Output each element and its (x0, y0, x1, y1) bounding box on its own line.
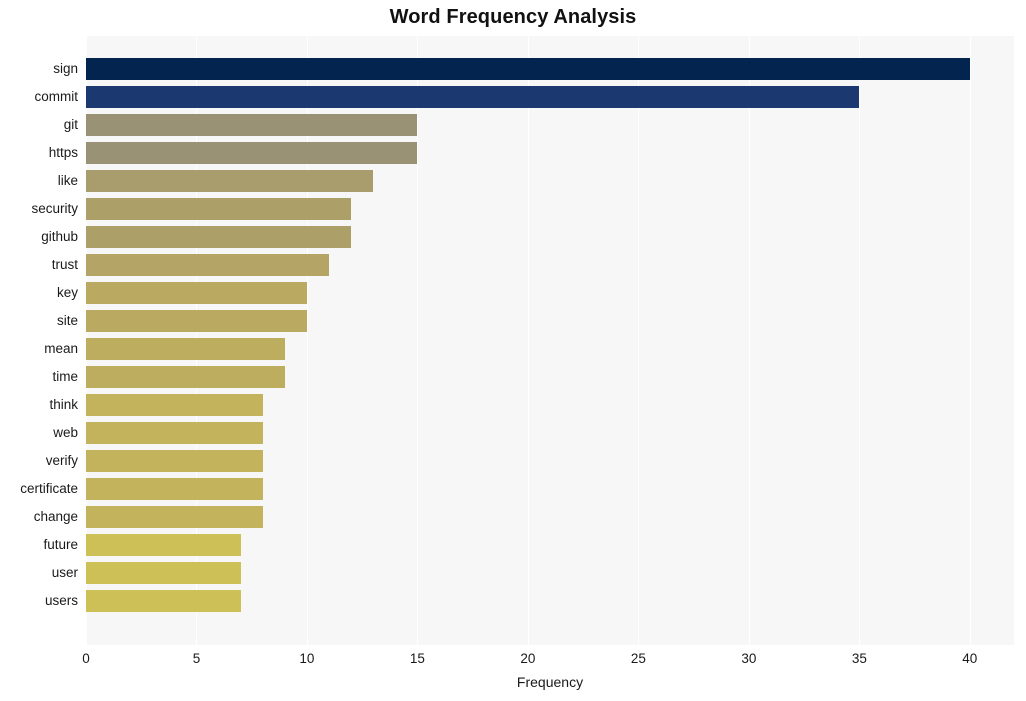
bar-row (86, 170, 1014, 192)
y-tick-label-change: change (33, 509, 78, 524)
y-tick-label-trust: trust (51, 257, 78, 272)
bar-row (86, 254, 1014, 276)
bar-git (86, 114, 418, 136)
word-frequency-bar-chart: Word Frequency Analysis sign commit git htt… (0, 0, 1026, 701)
x-tick-label-20: 20 (520, 651, 536, 666)
chart-title: Word Frequency Analysis (389, 6, 637, 28)
y-tick-label-mean: mean (44, 341, 78, 356)
y-tick-label-git: git (63, 117, 78, 132)
bar-key (86, 282, 307, 304)
bar-row (86, 198, 1014, 220)
bar-row (86, 562, 1014, 584)
bar-like (86, 170, 374, 192)
y-tick-label-web: web (53, 425, 78, 440)
bar-https (86, 142, 418, 164)
bar-security (86, 198, 352, 220)
x-tick-label-15: 15 (409, 651, 425, 666)
bar-row (86, 478, 1014, 500)
bar-row (86, 58, 1014, 80)
x-axis: 0 5 10 15 20 25 30 35 40 (82, 645, 1014, 673)
bar-verify (86, 450, 263, 472)
y-axis: sign commit git https like security github trus… (0, 36, 86, 645)
y-tick-label-github: github (41, 229, 78, 244)
bar-row (86, 450, 1014, 472)
bar-trust (86, 254, 330, 276)
bar-change (86, 506, 263, 528)
x-tick-label-25: 25 (630, 651, 646, 666)
bar-time (86, 366, 285, 388)
bar-row (86, 142, 1014, 164)
bar-row (86, 282, 1014, 304)
y-tick-label-user: user (51, 565, 78, 580)
bar-web (86, 422, 263, 444)
y-tick-label-https: https (48, 145, 78, 160)
x-tick-label-10: 10 (299, 651, 315, 666)
bar-row (86, 590, 1014, 612)
y-tick-label-users: users (44, 593, 78, 608)
x-axis-title: Frequency (516, 674, 584, 690)
y-tick-label-site: site (56, 313, 78, 328)
bar-row (86, 114, 1014, 136)
x-tick-label-30: 30 (741, 651, 757, 666)
bar-row (86, 226, 1014, 248)
bar-row (86, 86, 1014, 108)
bar-users (86, 590, 241, 612)
y-tick-label-verify: verify (45, 453, 78, 468)
bar-row (86, 338, 1014, 360)
plot-area (86, 36, 1014, 645)
bar-github (86, 226, 352, 248)
bar-site (86, 310, 307, 332)
bar-future (86, 534, 241, 556)
bar-row (86, 506, 1014, 528)
x-tick-label-40: 40 (962, 651, 978, 666)
bar-row (86, 422, 1014, 444)
y-tick-label-key: key (56, 285, 78, 300)
y-tick-label-future: future (43, 537, 78, 552)
y-tick-label-certificate: certificate (20, 481, 78, 496)
bar-commit (86, 86, 860, 108)
bar-row (86, 534, 1014, 556)
bar-user (86, 562, 241, 584)
bar-certificate (86, 478, 263, 500)
x-tick-label-0: 0 (82, 651, 90, 666)
y-tick-label-sign: sign (53, 61, 78, 76)
y-tick-label-security: security (31, 201, 78, 216)
y-tick-label-like: like (57, 173, 78, 188)
bar-sign (86, 58, 970, 80)
y-tick-label-think: think (49, 397, 78, 412)
y-tick-label-commit: commit (34, 89, 79, 104)
bar-row (86, 366, 1014, 388)
bar-mean (86, 338, 285, 360)
bar-think (86, 394, 263, 416)
x-tick-label-5: 5 (192, 651, 201, 666)
x-tick-label-35: 35 (851, 651, 867, 666)
bar-row (86, 394, 1014, 416)
bar-row (86, 310, 1014, 332)
y-tick-label-time: time (52, 369, 78, 384)
